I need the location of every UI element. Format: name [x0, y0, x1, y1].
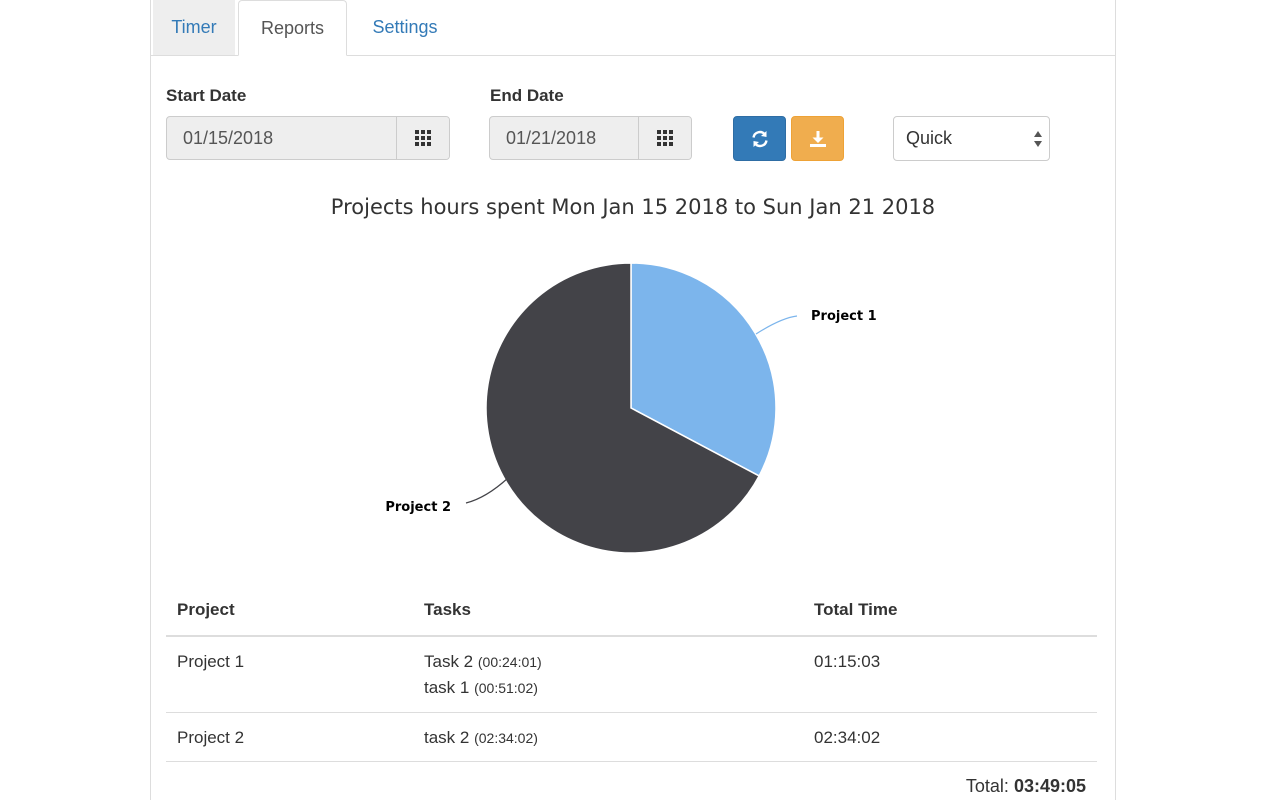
- col-header-total-time: Total Time: [814, 600, 898, 619]
- row-total-time: 02:34:02: [814, 728, 881, 747]
- row-project: Project 2: [177, 728, 245, 747]
- quick-range-value: Quick: [906, 128, 953, 148]
- pie-connector-1: [755, 315, 798, 335]
- task-duration: (00:51:02): [474, 680, 538, 696]
- tab-timer[interactable]: Timer: [153, 0, 235, 55]
- task-entry: Task 2 (00:24:01): [424, 649, 542, 675]
- download-button[interactable]: [791, 116, 844, 161]
- end-date-value: 01/21/2018: [506, 128, 597, 148]
- row-tasks: Task 2 (00:24:01) task 1 (00:51:02): [424, 649, 542, 701]
- row-divider: [166, 761, 1097, 762]
- col-header-project: Project: [177, 600, 235, 619]
- total-label: Total:: [965, 776, 1009, 796]
- task-entry: task 1 (00:51:02): [424, 675, 542, 701]
- chart-title: Projects hours spent Mon Jan 15 2018 to …: [330, 195, 936, 219]
- task-name: task 2: [424, 728, 470, 747]
- tab-bar: Timer Reports Settings: [151, 0, 1115, 56]
- task-entry: task 2 (02:34:02): [424, 725, 538, 751]
- pie-label-1: Project 1: [811, 309, 877, 324]
- row-total-time: 01:15:03: [814, 652, 881, 671]
- download-icon: [809, 130, 826, 147]
- end-date-label: End Date: [490, 86, 564, 105]
- tab-settings[interactable]: Settings: [351, 0, 459, 55]
- calendar-grid-icon: [415, 130, 431, 146]
- task-duration: (02:34:02): [474, 730, 538, 746]
- total-value: 03:49:05: [1013, 776, 1086, 796]
- start-date-value: 01/15/2018: [183, 128, 274, 148]
- pie-chart: Project 1 Project 2: [385, 262, 877, 554]
- end-calendar-button[interactable]: [638, 117, 691, 159]
- start-date-label: Start Date: [166, 86, 247, 105]
- calendar-grid-icon: [657, 130, 673, 146]
- col-header-tasks: Tasks: [424, 600, 471, 619]
- task-name: Task 2: [424, 652, 474, 671]
- refresh-icon: [751, 130, 768, 147]
- tab-reports[interactable]: Reports: [238, 0, 347, 56]
- start-date-field[interactable]: 01/15/2018: [166, 116, 450, 160]
- reports-panel: Timer Reports Settings Start Date 01/15/…: [150, 0, 1116, 800]
- row-project: Project 1: [177, 652, 245, 671]
- quick-range-select[interactable]: Quick: [893, 116, 1050, 161]
- end-date-field[interactable]: 01/21/2018: [489, 116, 692, 160]
- refresh-button[interactable]: [733, 116, 786, 161]
- task-duration: (00:24:01): [477, 654, 542, 670]
- pie-label-2: Project 2: [385, 500, 451, 515]
- task-name: task 1: [424, 678, 470, 697]
- table-header-divider: [166, 635, 1097, 637]
- select-arrows-icon: [1034, 131, 1042, 147]
- row-divider: [166, 712, 1097, 713]
- start-calendar-button[interactable]: [396, 117, 449, 159]
- grand-total: Total: 03:49:05: [966, 776, 1086, 797]
- pie-connector-2: [465, 477, 509, 504]
- row-tasks: task 2 (02:34:02): [424, 725, 538, 751]
